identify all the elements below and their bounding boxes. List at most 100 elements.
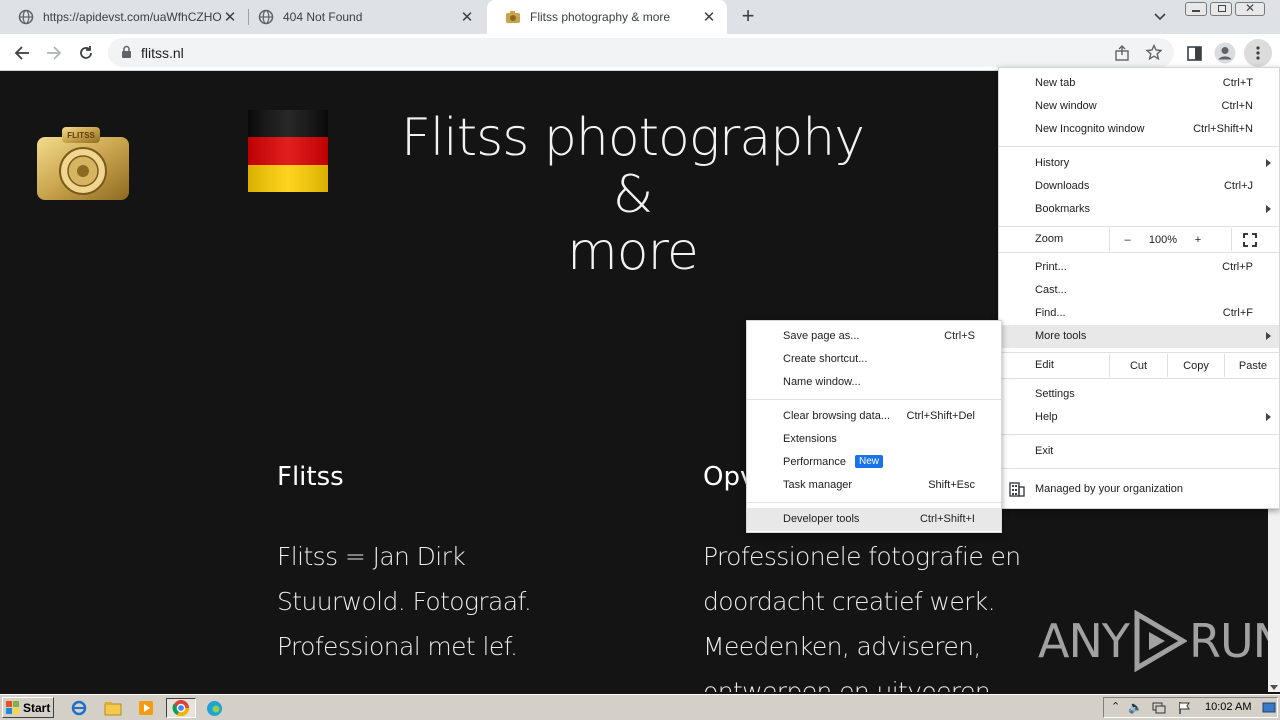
text-line: Professionele fotografie en <box>703 542 1021 571</box>
menu-separator <box>999 434 1279 435</box>
back-button[interactable] <box>8 39 36 67</box>
text-line: ontwerpen en uitvoeren. <box>703 677 998 692</box>
menu-new-window[interactable]: New window Ctrl+N <box>999 95 1279 118</box>
side-panel-icon <box>1186 45 1202 61</box>
menu-bookmarks[interactable]: Bookmarks <box>999 198 1279 221</box>
start-button[interactable]: Start <box>2 697 54 718</box>
menu-separator <box>747 502 1001 503</box>
menu-shortcut: Ctrl+S <box>944 330 975 342</box>
submenu-arrow-icon <box>1266 332 1271 340</box>
fullscreen-icon <box>1242 232 1257 247</box>
menu-name-window[interactable]: Name window... <box>747 371 1001 394</box>
menu-cast[interactable]: Cast... <box>999 279 1279 302</box>
menu-new-tab[interactable]: New tab Ctrl+T <box>999 72 1279 95</box>
volume-icon[interactable]: 🔈 <box>1128 700 1143 714</box>
play-triangle-icon <box>1134 610 1187 672</box>
chrome-taskbar-icon[interactable] <box>166 698 196 718</box>
submenu-arrow-icon <box>1266 159 1271 167</box>
kebab-menu-icon <box>1256 46 1260 60</box>
internet-explorer-taskbar-icon[interactable] <box>68 698 90 718</box>
menu-label: Find... <box>1035 307 1066 319</box>
menu-downloads[interactable]: Downloads Ctrl+J <box>999 175 1279 198</box>
restore-window-button[interactable] <box>1210 2 1232 16</box>
close-window-button[interactable]: ✕ <box>1235 1 1265 16</box>
menu-history[interactable]: History <box>999 152 1279 175</box>
menu-task-manager[interactable]: Task manager Shift+Esc <box>747 474 1001 497</box>
menu-label: Zoom <box>1035 233 1064 245</box>
menu-shortcut: Ctrl+P <box>1222 261 1253 273</box>
tab-strip: https://apidevst.com/uaWfhCZHOIP ✕ 404 N… <box>0 0 1280 34</box>
watermark-right-text: RUN <box>1188 614 1268 668</box>
edit-cut-button[interactable]: Cut <box>1109 354 1167 377</box>
tray-expand-icon[interactable]: ⌃ <box>1111 700 1120 713</box>
action-center-flag-icon[interactable] <box>1178 701 1192 715</box>
edge-taskbar-icon[interactable] <box>203 698 225 718</box>
menu-clear-browsing-data[interactable]: Clear browsing data... Ctrl+Shift+Del <box>747 405 1001 428</box>
menu-label: New Incognito window <box>1035 123 1145 135</box>
file-explorer-taskbar-icon[interactable] <box>102 698 124 718</box>
tab-search-chevron-icon[interactable] <box>1150 8 1170 26</box>
scroll-down-arrow-icon[interactable] <box>1270 685 1278 690</box>
menu-performance[interactable]: Performance New <box>747 451 1001 474</box>
share-icon[interactable] <box>1114 45 1130 61</box>
lock-icon[interactable] <box>121 45 132 59</box>
menu-label: New window <box>1035 100 1097 112</box>
menu-settings[interactable]: Settings <box>999 383 1279 406</box>
menu-new-incognito-window[interactable]: New Incognito window Ctrl+Shift+N <box>999 118 1279 141</box>
menu-separator <box>999 468 1279 469</box>
menu-help[interactable]: Help <box>999 406 1279 429</box>
menu-extensions[interactable]: Extensions <box>747 428 1001 451</box>
edit-paste-button[interactable]: Paste <box>1224 354 1280 377</box>
menu-shortcut: Ctrl+T <box>1222 77 1253 89</box>
new-tab-button[interactable]: + <box>736 5 760 29</box>
menu-label: Create shortcut... <box>783 353 868 365</box>
tab-flitss[interactable]: Flitss photography & more ✕ <box>487 0 727 34</box>
url-text[interactable]: flitss.nl <box>141 45 184 61</box>
close-tab-icon[interactable]: ✕ <box>222 9 238 26</box>
close-tab-icon[interactable]: ✕ <box>459 9 475 26</box>
menu-label: Developer tools <box>783 513 860 525</box>
menu-find[interactable]: Find... Ctrl+F <box>999 302 1279 325</box>
text-line: Meedenken, adviseren, <box>703 632 981 661</box>
profile-button[interactable] <box>1211 39 1239 67</box>
show-desktop-icon[interactable] <box>1262 702 1276 714</box>
menu-print[interactable]: Print... Ctrl+P <box>999 256 1279 279</box>
column-text-flitss: Flitss = Jan Dirk Stuurwold. Fotograaf. … <box>277 534 532 669</box>
menu-developer-tools[interactable]: Developer tools Ctrl+Shift+I <box>747 508 1001 531</box>
zoom-in-button[interactable]: + <box>1181 228 1215 251</box>
submenu-arrow-icon <box>1266 205 1271 213</box>
side-panel-button[interactable] <box>1180 39 1208 67</box>
menu-label: More tools <box>1035 330 1087 342</box>
menu-label: Performance <box>783 456 846 468</box>
forward-button[interactable] <box>40 39 68 67</box>
text-line: Flitss = Jan Dirk <box>277 542 466 571</box>
tab-404[interactable]: 404 Not Found ✕ <box>240 0 485 34</box>
menu-more-tools[interactable]: More tools <box>999 325 1279 348</box>
media-player-taskbar-icon[interactable] <box>135 698 157 718</box>
menu-managed-by-org[interactable]: Managed by your organization <box>999 478 1279 501</box>
edit-copy-button[interactable]: Copy <box>1167 354 1224 377</box>
fullscreen-button[interactable] <box>1231 228 1267 251</box>
german-flag-icon[interactable] <box>248 110 328 192</box>
flitss-camera-logo[interactable]: FLITSS <box>37 127 129 200</box>
browser-toolbar: flitss.nl <box>0 34 1280 71</box>
address-bar[interactable]: flitss.nl <box>108 38 1174 67</box>
zoom-out-button[interactable]: – <box>1109 228 1145 251</box>
menu-separator <box>747 399 1001 400</box>
camera-favicon-icon <box>506 11 520 23</box>
menu-label: Save page as... <box>783 330 860 342</box>
menu-save-page-as[interactable]: Save page as... Ctrl+S <box>747 325 1001 348</box>
zoom-level: 100% <box>1148 233 1178 246</box>
menu-create-shortcut[interactable]: Create shortcut... <box>747 348 1001 371</box>
tab-apidevst[interactable]: https://apidevst.com/uaWfhCZHOIP ✕ <box>0 0 248 34</box>
reload-button[interactable] <box>72 39 100 67</box>
network-icon[interactable] <box>1152 701 1166 715</box>
system-tray: ⌃ 🔈 <box>1103 697 1278 718</box>
anyrun-watermark: ANY RUN <box>1038 610 1268 672</box>
close-tab-icon[interactable]: ✕ <box>701 9 717 26</box>
minimize-window-button[interactable] <box>1185 2 1207 16</box>
bookmark-star-icon[interactable] <box>1146 44 1162 60</box>
menu-exit[interactable]: Exit <box>999 440 1279 463</box>
site-title-line: Flitss photography & <box>400 108 865 225</box>
chrome-menu-button[interactable] <box>1244 39 1272 67</box>
